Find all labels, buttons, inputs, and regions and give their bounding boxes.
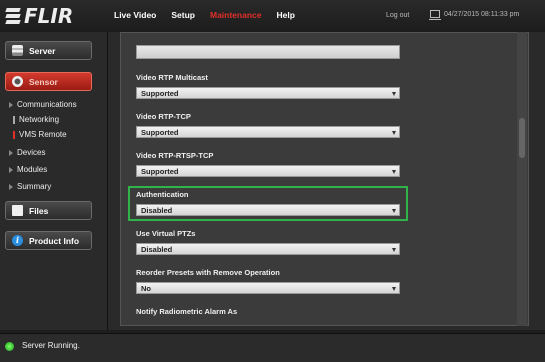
main-nav: Live Video Setup Maintenance Help	[114, 10, 310, 20]
tree-item-label: Devices	[17, 148, 46, 157]
tree-item-devices[interactable]: Devices	[9, 148, 45, 157]
tree-item-modules[interactable]: Modules	[9, 165, 47, 174]
select-value: Disabled	[141, 245, 173, 254]
sensor-icon	[12, 76, 23, 87]
selected-bar-icon	[13, 130, 15, 139]
dropdown-arrow-icon	[392, 170, 396, 174]
logout-link[interactable]: Log out	[386, 12, 409, 19]
status-text: Server Running.	[22, 341, 80, 350]
sensor-button[interactable]: Sensor	[5, 72, 92, 91]
datetime-text: 04/27/2015 08:11:33 pm	[444, 10, 520, 18]
nav-setup[interactable]: Setup	[171, 10, 195, 20]
tree-item-networking[interactable]: Networking	[13, 115, 59, 124]
scrollbar-thumb[interactable]	[519, 118, 525, 158]
field-label: Video RTP-TCP	[136, 112, 191, 121]
expand-triangle-icon	[9, 183, 13, 190]
product-info-button[interactable]: i Product Info	[5, 231, 92, 250]
nav-help[interactable]: Help	[276, 10, 294, 20]
dropdown-arrow-icon	[392, 131, 396, 135]
files-button[interactable]: Files	[5, 201, 92, 220]
tree-item-summary[interactable]: Summary	[9, 182, 51, 191]
sensor-label: Sensor	[29, 76, 58, 87]
tree-bar-icon	[13, 115, 15, 124]
datetime-display: 04/27/2015 08:11:33 pm	[429, 10, 520, 20]
nav-maintenance[interactable]: Maintenance	[210, 10, 262, 20]
server-label: Server	[29, 45, 56, 56]
scrollbar[interactable]	[517, 32, 527, 326]
tree-item-vms-remote[interactable]: VMS Remote	[13, 130, 67, 139]
dropdown-arrow-icon	[392, 248, 396, 252]
tree-item-label: Summary	[17, 182, 52, 191]
expand-triangle-icon	[9, 166, 13, 173]
server-button[interactable]: Server	[5, 41, 92, 60]
select-value: Supported	[141, 89, 179, 98]
expand-triangle-icon	[9, 101, 13, 108]
tree-item-communications[interactable]: Communications	[9, 100, 77, 109]
computer-icon	[429, 10, 441, 20]
dropdown-arrow-icon	[392, 209, 396, 213]
field-label: Video RTP Multicast	[136, 73, 208, 82]
flir-logo-mark	[5, 6, 22, 26]
select-value: Supported	[141, 128, 179, 137]
video-rtp-rtsp-tcp-select[interactable]: Supported	[136, 165, 400, 177]
dropdown-arrow-icon	[392, 92, 396, 96]
flir-logo: FLIR	[5, 4, 74, 28]
tree-item-label: VMS Remote	[19, 130, 67, 139]
logo-text: FLIR	[24, 4, 74, 28]
tree-item-label: Networking	[19, 115, 60, 124]
video-rtp-multicast-select[interactable]: Supported	[136, 87, 400, 99]
field-label: Reorder Presets with Remove Operation	[136, 268, 280, 277]
reorder-presets-select[interactable]: No	[136, 282, 400, 294]
field-label: Use Virtual PTZs	[136, 229, 196, 238]
select-value: Supported	[141, 167, 179, 176]
field-label: Authentication	[136, 190, 189, 199]
nav-live-video[interactable]: Live Video	[114, 10, 156, 20]
status-bar	[0, 333, 545, 362]
select-value: Disabled	[141, 206, 173, 215]
info-icon: i	[12, 235, 23, 246]
product-info-label: Product Info	[29, 235, 80, 246]
select-value: No	[141, 284, 151, 293]
authentication-select[interactable]: Disabled	[136, 204, 400, 216]
file-icon	[12, 205, 23, 216]
top-bar: FLIR Live Video Setup Maintenance Help L…	[0, 0, 545, 32]
tree-item-label: Communications	[17, 100, 77, 109]
dropdown-arrow-icon	[392, 287, 396, 291]
tree-item-label: Modules	[17, 165, 48, 174]
field-label: Notify Radiometric Alarm As	[136, 307, 238, 316]
server-icon	[12, 45, 23, 56]
text-field[interactable]	[136, 45, 400, 59]
status-indicator-icon	[5, 342, 14, 351]
files-label: Files	[29, 205, 49, 216]
expand-triangle-icon	[9, 149, 13, 156]
video-rtp-tcp-select[interactable]: Supported	[136, 126, 400, 138]
field-label: Video RTP-RTSP-TCP	[136, 151, 214, 160]
use-virtual-ptzs-select[interactable]: Disabled	[136, 243, 400, 255]
